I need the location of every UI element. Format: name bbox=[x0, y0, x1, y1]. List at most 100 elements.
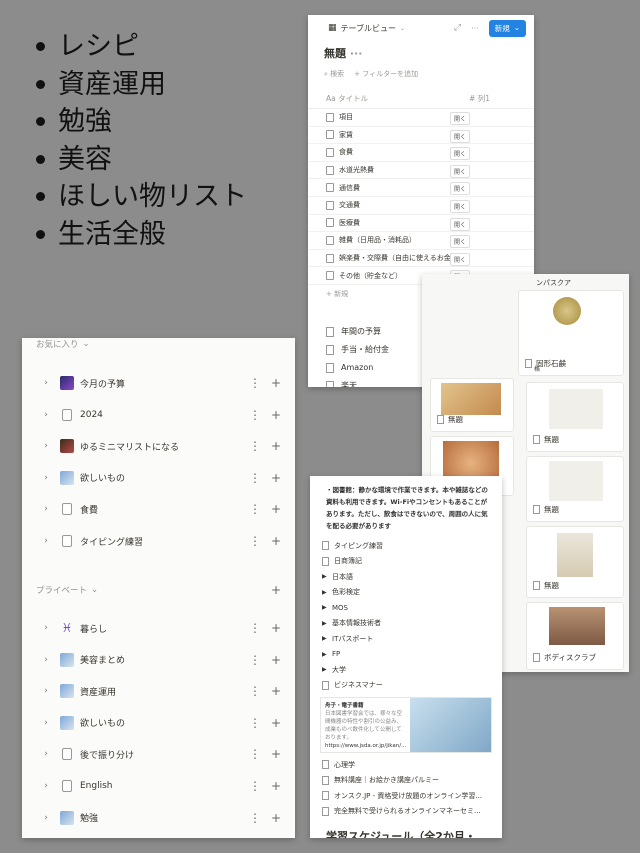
add-icon[interactable]: + bbox=[271, 583, 281, 597]
more-icon[interactable]: ⋮ bbox=[249, 621, 261, 635]
table-row[interactable]: 通信費 開く bbox=[308, 179, 534, 197]
open-button[interactable]: 開く bbox=[450, 164, 471, 178]
more-icon[interactable]: ⋮ bbox=[249, 779, 261, 793]
page-link[interactable]: 心理学 bbox=[310, 757, 502, 773]
expand-icon[interactable]: ⤢ bbox=[454, 23, 461, 33]
toggle-item[interactable]: ▶ 基本情報技術者 bbox=[310, 616, 502, 632]
table-row[interactable]: 水道光熱費 開く bbox=[308, 162, 534, 180]
toggle-item[interactable]: ▶ MOS bbox=[310, 600, 502, 616]
open-button[interactable]: 開く bbox=[450, 112, 471, 125]
more-icon[interactable]: ⋮ bbox=[249, 684, 261, 698]
chevron-right-icon[interactable]: › bbox=[36, 504, 56, 514]
open-button[interactable]: 開く bbox=[450, 217, 471, 231]
add-icon[interactable]: + bbox=[271, 621, 281, 635]
chevron-right-icon[interactable]: › bbox=[36, 718, 56, 728]
toggle-triangle-icon[interactable]: ▶ bbox=[322, 620, 332, 627]
toggle-triangle-icon[interactable]: ▶ bbox=[322, 635, 332, 642]
gallery-card[interactable]: 無題 bbox=[430, 378, 514, 432]
open-button[interactable]: 開く bbox=[450, 252, 471, 266]
toggle-item[interactable]: ▶ ITパスポート bbox=[310, 631, 502, 647]
add-icon[interactable]: + bbox=[271, 376, 281, 390]
add-icon[interactable]: + bbox=[271, 684, 281, 698]
more-icon[interactable]: ⋮ bbox=[249, 747, 261, 761]
toggle-triangle-icon[interactable]: ▶ bbox=[322, 589, 332, 596]
sidebar-item[interactable]: › タイピング練習 ⋮ + bbox=[22, 530, 295, 552]
sidebar-item[interactable]: › English ⋮ + bbox=[22, 775, 295, 797]
more-icon[interactable]: ⋮ bbox=[249, 811, 261, 825]
more-icon[interactable]: ⋮ bbox=[249, 471, 261, 485]
column-header-num[interactable]: # 列1 bbox=[469, 93, 490, 104]
add-filter-button[interactable]: + フィルターを追加 bbox=[354, 69, 418, 79]
gallery-card[interactable]: ボディスクラブ bbox=[526, 602, 624, 670]
chevron-right-icon[interactable]: › bbox=[36, 749, 56, 759]
table-row[interactable]: 医療費 開く bbox=[308, 215, 534, 233]
add-icon[interactable]: + bbox=[271, 716, 281, 730]
add-icon[interactable]: + bbox=[271, 439, 281, 453]
gallery-card[interactable]: 無題 bbox=[526, 526, 624, 598]
add-icon[interactable]: + bbox=[271, 534, 281, 548]
table-row[interactable]: 雑費（日用品・消耗品） 開く bbox=[308, 232, 534, 250]
page-link[interactable]: 無料講座｜お絵かき講座パルミー bbox=[310, 773, 502, 789]
chevron-right-icon[interactable]: › bbox=[36, 686, 56, 696]
table-row[interactable]: 項目 開く bbox=[308, 109, 534, 127]
sidebar-item[interactable]: › 勉強 ⋮ + bbox=[22, 807, 295, 829]
view-switcher[interactable]: テーブルビュー bbox=[341, 23, 397, 34]
chevron-right-icon[interactable]: › bbox=[36, 441, 56, 451]
add-icon[interactable]: + bbox=[271, 653, 281, 667]
chevron-right-icon[interactable]: › bbox=[36, 536, 56, 546]
page-link[interactable]: 日商簿記 bbox=[310, 554, 502, 570]
table-row[interactable]: 娯楽費・交際費（自由に使えるお金） 開く bbox=[308, 250, 534, 268]
open-button[interactable]: 開く bbox=[450, 235, 471, 249]
open-button[interactable]: 開く bbox=[450, 129, 471, 143]
more-icon[interactable]: ··· bbox=[350, 47, 363, 60]
open-button[interactable]: 開く bbox=[450, 182, 471, 196]
add-icon[interactable]: + bbox=[271, 747, 281, 761]
more-icon[interactable]: ⋮ bbox=[249, 408, 261, 422]
page-title[interactable]: 無題 ··· bbox=[308, 41, 534, 65]
private-section-header[interactable]: プライベート ⌄ + bbox=[22, 583, 295, 597]
gallery-card[interactable]: 無題 bbox=[526, 382, 624, 452]
more-icon[interactable]: ··· bbox=[471, 24, 479, 33]
add-icon[interactable]: + bbox=[271, 408, 281, 422]
favorites-section-header[interactable]: お気に入り ⌄ bbox=[22, 338, 90, 350]
open-button[interactable]: 開く bbox=[450, 199, 471, 213]
page-link[interactable]: タイピング練習 bbox=[310, 538, 502, 554]
table-row[interactable]: 食費 開く bbox=[308, 144, 534, 162]
page-link[interactable]: オンスク.JP - 資格受け放題のオンライン学習... bbox=[310, 788, 502, 804]
add-icon[interactable]: + bbox=[271, 779, 281, 793]
sidebar-item[interactable]: › ゆるミニマリストになる ⋮ + bbox=[22, 435, 295, 457]
gallery-card[interactable]: 無題 bbox=[526, 456, 624, 522]
sidebar-item[interactable]: › 資産運用 ⋮ + bbox=[22, 680, 295, 702]
sidebar-item[interactable]: › ♓ 暮らし ⋮ + bbox=[22, 617, 295, 639]
add-icon[interactable]: + bbox=[271, 471, 281, 485]
more-icon[interactable]: ⋮ bbox=[249, 653, 261, 667]
page-link[interactable]: 完全無料で受けられるオンラインマネーセミ... bbox=[310, 804, 502, 820]
new-button[interactable]: 新規 ⌄ bbox=[488, 19, 526, 37]
chevron-right-icon[interactable]: › bbox=[36, 473, 56, 483]
chevron-right-icon[interactable]: › bbox=[36, 655, 56, 665]
toggle-item[interactable]: ▶ 色彩検定 bbox=[310, 585, 502, 601]
table-row[interactable]: 家賃 開く bbox=[308, 127, 534, 145]
bookmark-card[interactable]: 舟子・電子書籍 日本図書学習会では、様々な空間機器の特性や割引の公益み、成業もの… bbox=[320, 697, 492, 753]
toggle-item[interactable]: ▶ FP bbox=[310, 647, 502, 663]
more-icon[interactable]: ⋮ bbox=[249, 376, 261, 390]
table-row[interactable]: 交通費 開く bbox=[308, 197, 534, 215]
search-button[interactable]: ⌕ 検索 bbox=[324, 69, 344, 79]
sidebar-item[interactable]: › 欲しいもの ⋮ + bbox=[22, 467, 295, 489]
sidebar-item[interactable]: › 食費 ⋮ + bbox=[22, 498, 295, 520]
chevron-right-icon[interactable]: › bbox=[36, 410, 56, 420]
chevron-right-icon[interactable]: › bbox=[36, 813, 56, 823]
open-button[interactable]: 開く bbox=[450, 147, 471, 161]
chevron-right-icon[interactable]: › bbox=[36, 378, 56, 388]
add-icon[interactable]: + bbox=[271, 811, 281, 825]
toggle-triangle-icon[interactable]: ▶ bbox=[322, 666, 332, 673]
toggle-item[interactable]: ▶ 日本語 bbox=[310, 569, 502, 585]
sidebar-item[interactable]: › 2024 ⋮ + bbox=[22, 404, 295, 426]
sidebar-item[interactable]: › 美容まとめ ⋮ + bbox=[22, 649, 295, 671]
sidebar-item[interactable]: › 今月の予算 ⋮ + bbox=[22, 372, 295, 394]
toggle-item[interactable]: ▶ 大学 bbox=[310, 662, 502, 678]
toggle-triangle-icon[interactable]: ▶ bbox=[322, 573, 332, 580]
page-link[interactable]: ビジネスマナー bbox=[310, 678, 502, 694]
chevron-right-icon[interactable]: › bbox=[36, 781, 56, 791]
chevron-right-icon[interactable]: › bbox=[36, 623, 56, 633]
